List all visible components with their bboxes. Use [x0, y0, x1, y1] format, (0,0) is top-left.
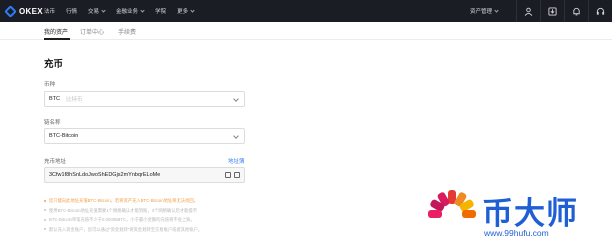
nav-item-label: 法币 [44, 9, 56, 15]
watermark-url: www.99hufu.com [484, 228, 549, 238]
deposit-notes: 您只能向此地址充值BTC-Bitcoin，若将资产充入BTC-Bitcoin地址… [44, 196, 294, 234]
copy-icon[interactable] [225, 172, 231, 178]
note-item: 您只能向此地址充值BTC-Bitcoin，若将资产充入BTC-Bitcoin地址… [44, 196, 294, 206]
brand-name: OKEX [19, 6, 43, 16]
bullet-icon [44, 228, 46, 231]
deposit-address-label: 充币地址 [44, 159, 67, 165]
user-icon[interactable] [516, 0, 540, 22]
okex-logo[interactable]: OKEX [4, 4, 44, 18]
okex-logo-icon [4, 4, 17, 18]
nav-item-academy[interactable]: 学院 [155, 7, 166, 15]
bullet-icon [44, 199, 46, 202]
coin-select-value: BTC [49, 96, 60, 102]
asset-management-menu[interactable]: 资产管理 [469, 7, 499, 15]
chain-label: 链名称 [44, 120, 61, 126]
tab-order-center[interactable]: 订单中心 [80, 27, 104, 36]
top-navigation-bar: OKEX 法币 行情 交易 金融业务 学院 更多 资产管理 [0, 0, 612, 22]
qrcode-icon[interactable] [234, 172, 240, 178]
watermark-logo-icon [428, 190, 476, 220]
note-text: 您只能向此地址充值BTC-Bitcoin，若将资产充入BTC-Bitcoin地址… [49, 198, 198, 203]
active-tab-indicator [44, 38, 70, 40]
headset-icon[interactable] [588, 0, 612, 22]
chevron-down-icon [190, 7, 195, 13]
nav-item-label: 学院 [155, 9, 167, 15]
nav-item-label: 金融业务 [116, 9, 139, 15]
note-item: BTC-Bitcoin单笔充值不少于0.00005BTC，小于最小金额的充值将不… [44, 215, 294, 225]
chain-select-value: BTC-Bitcoin [49, 133, 79, 139]
note-item: 默认充入资金账户，您可以通过“资金划转”将资金划转至交易账户或者其他账户。 [44, 225, 294, 235]
note-text: BTC-Bitcoin单笔充值不少于0.00005BTC，小于最小金额的充值将不… [49, 217, 195, 222]
nav-item-markets[interactable]: 行情 [66, 7, 77, 15]
deposit-address-value: 3Cfw1f8hSnLdoJwoShEDGjs2mYnbqrELoMe [49, 172, 161, 178]
note-text: 使用BTC-Bitcoin地址充值需要1个网络确认才能到账，3个网络确认后才能提… [49, 207, 198, 213]
tab-my-assets[interactable]: 我的资产 [44, 27, 68, 36]
asset-management-label: 资产管理 [469, 9, 492, 15]
note-text: 默认充入资金账户，您可以通过“资金划转”将资金划转至交易账户或者其他账户。 [49, 226, 203, 232]
nav-item-more[interactable]: 更多 [177, 7, 195, 15]
chevron-down-icon [140, 7, 145, 13]
bullet-icon [44, 218, 46, 221]
coin-label: 币种 [44, 82, 56, 88]
coin-select[interactable]: BTC 比特币 [44, 91, 245, 107]
address-book-link[interactable]: 地址簿 [228, 157, 245, 165]
chevron-down-icon [494, 7, 499, 13]
nav-right-group: 资产管理 [470, 0, 612, 22]
nav-item-label: 更多 [177, 9, 189, 15]
chevron-down-icon [233, 133, 239, 139]
page-title: 充币 [44, 59, 64, 70]
bell-icon[interactable] [564, 0, 588, 22]
tab-fees[interactable]: 手续费 [118, 27, 136, 36]
sub-navigation: 我的资产 订单中心 手续费 [0, 22, 612, 40]
coin-select-hint: 比特币 [66, 97, 83, 103]
chevron-down-icon [101, 7, 106, 13]
chevron-down-icon [233, 96, 239, 102]
nav-item-finance[interactable]: 金融业务 [116, 7, 145, 15]
note-item: 使用BTC-Bitcoin地址充值需要1个网络确认才能到账，3个网络确认后才能提… [44, 206, 294, 216]
main-nav: 法币 行情 交易 金融业务 学院 更多 [44, 0, 205, 22]
download-icon[interactable] [540, 0, 564, 22]
nav-item-label: 行情 [66, 9, 78, 15]
chain-select[interactable]: BTC-Bitcoin [44, 128, 245, 144]
address-actions [222, 172, 240, 178]
bullet-icon [44, 209, 46, 212]
watermark-title: 币大师 [482, 196, 578, 232]
deposit-address-field: 3Cfw1f8hSnLdoJwoShEDGjs2mYnbqrELoMe [44, 167, 245, 183]
nav-item-fiat[interactable]: 法币 [44, 7, 55, 15]
watermark: 币大师 www.99hufu.com [424, 186, 604, 240]
nav-item-label: 交易 [88, 9, 100, 15]
nav-item-trade[interactable]: 交易 [88, 7, 106, 15]
